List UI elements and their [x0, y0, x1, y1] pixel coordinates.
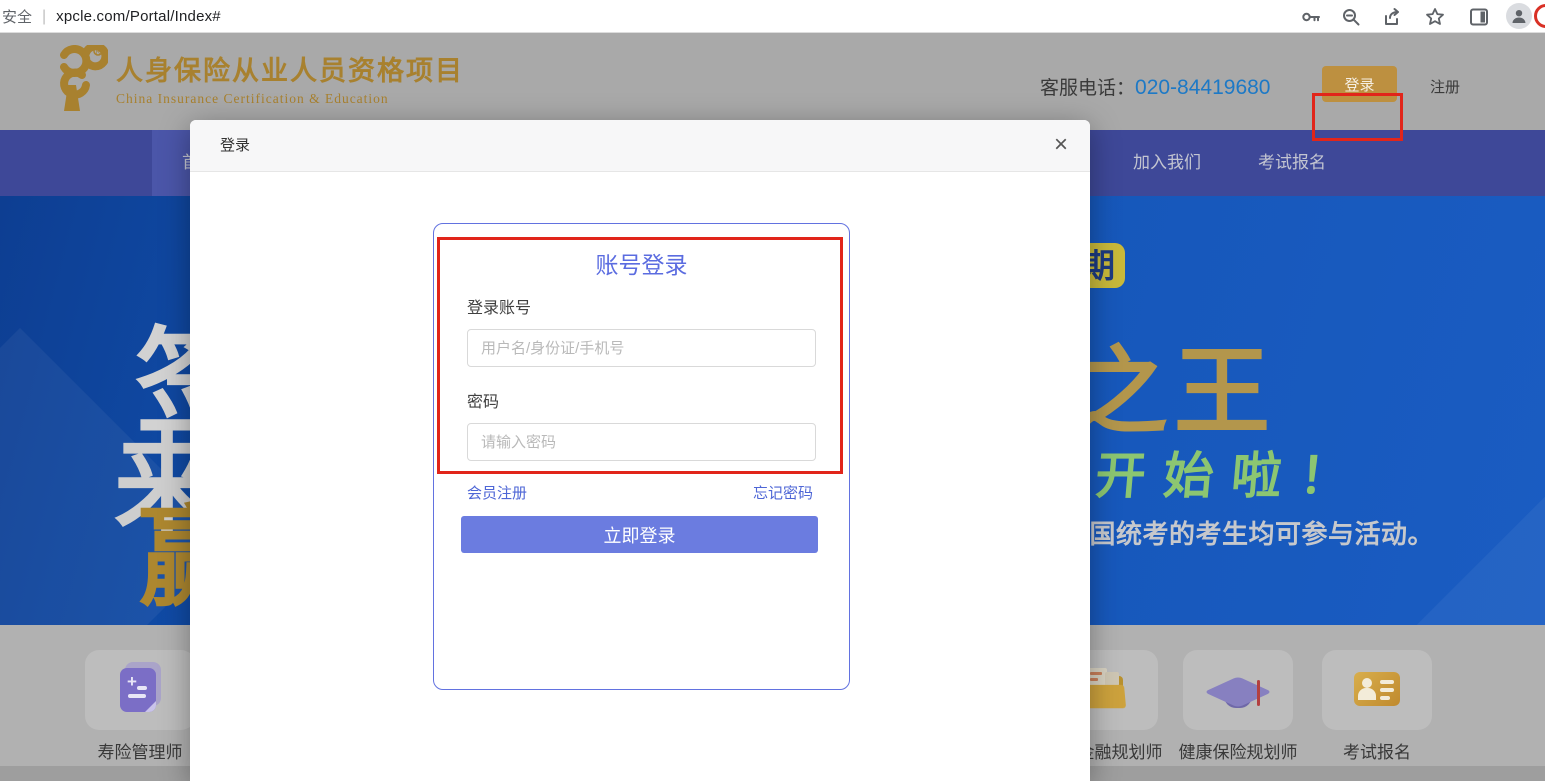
card-life-insurance-manager[interactable]: +	[85, 650, 195, 730]
card-exam-signup[interactable]	[1322, 650, 1432, 730]
card-label: 考试报名	[1297, 738, 1457, 763]
extension-badge-ring[interactable]	[1534, 4, 1545, 28]
service-phone-number: 020-84419680	[1135, 76, 1270, 99]
split-screen-icon[interactable]	[1468, 6, 1490, 28]
address-url[interactable]: 安全 | xpcle.com/Portal/Index#	[2, 6, 221, 27]
password-label: 密码	[467, 388, 499, 412]
banner-description: 全国统考的考生均可参与活动。	[1063, 514, 1434, 551]
share-icon[interactable]	[1381, 6, 1403, 28]
account-input[interactable]	[467, 329, 816, 367]
login-modal-header: 登录 ×	[190, 120, 1090, 172]
service-phone-label: 客服电话：	[1040, 78, 1135, 99]
site-title: 人身保险从业人员资格项目	[116, 49, 464, 88]
graduation-cap-icon	[1210, 666, 1266, 714]
login-submit-button[interactable]: 立即登录	[461, 516, 818, 553]
login-form-title: 账号登录	[434, 246, 849, 280]
forgot-password-link[interactable]: 忘记密码	[753, 482, 813, 503]
zoom-out-icon[interactable]	[1340, 6, 1362, 28]
star-icon[interactable]	[1424, 6, 1446, 28]
login-form-card: 账号登录 登录账号 密码 会员注册 忘记密码 立即登录	[433, 223, 850, 690]
page: R 人身保险从业人员资格项目 China Insurance Certifica…	[0, 0, 1545, 781]
card-label: 健康保险规划师	[1158, 738, 1318, 763]
nav-item-exam-signup[interactable]: 考试报名	[1258, 130, 1326, 196]
site-subtitle: China Insurance Certification & Educatio…	[116, 91, 464, 107]
card-health-insurance-planner[interactable]	[1183, 650, 1293, 730]
nav-item-join-us[interactable]: 加入我们	[1133, 130, 1201, 196]
security-chip: 安全	[2, 6, 32, 27]
cic-logo-icon: R	[36, 45, 108, 118]
service-phone-block: 客服电话：020-84419680	[1040, 73, 1270, 100]
logo-text-block: 人身保险从业人员资格项目 China Insurance Certificati…	[116, 49, 464, 107]
url-separator: |	[42, 8, 46, 26]
profile-icon[interactable]	[1506, 3, 1532, 29]
site-header: R 人身保险从业人员资格项目 China Insurance Certifica…	[0, 33, 1545, 130]
note-calculator-icon: +	[120, 666, 160, 712]
url-text: xpcle.com/Portal/Index#	[56, 8, 221, 25]
banner-green-headline: 开始啦！	[1093, 436, 1371, 508]
account-label: 登录账号	[467, 294, 531, 318]
id-card-icon	[1354, 672, 1400, 706]
close-icon[interactable]: ×	[1054, 132, 1068, 158]
member-register-link[interactable]: 会员注册	[467, 482, 527, 503]
header-register-link[interactable]: 注册	[1430, 76, 1460, 97]
password-input[interactable]	[467, 423, 816, 461]
banner-gold-headline: 之王	[1072, 314, 1276, 453]
browser-address-bar: 安全 | xpcle.com/Portal/Index#	[0, 0, 1545, 33]
header-login-button[interactable]: 登录	[1322, 66, 1397, 102]
login-modal: 登录 × 账号登录 登录账号 密码 会员注册 忘记密码 立即登录	[190, 120, 1090, 781]
svg-text:R: R	[96, 50, 101, 56]
login-modal-title: 登录	[220, 120, 250, 172]
key-icon[interactable]	[1300, 6, 1322, 28]
